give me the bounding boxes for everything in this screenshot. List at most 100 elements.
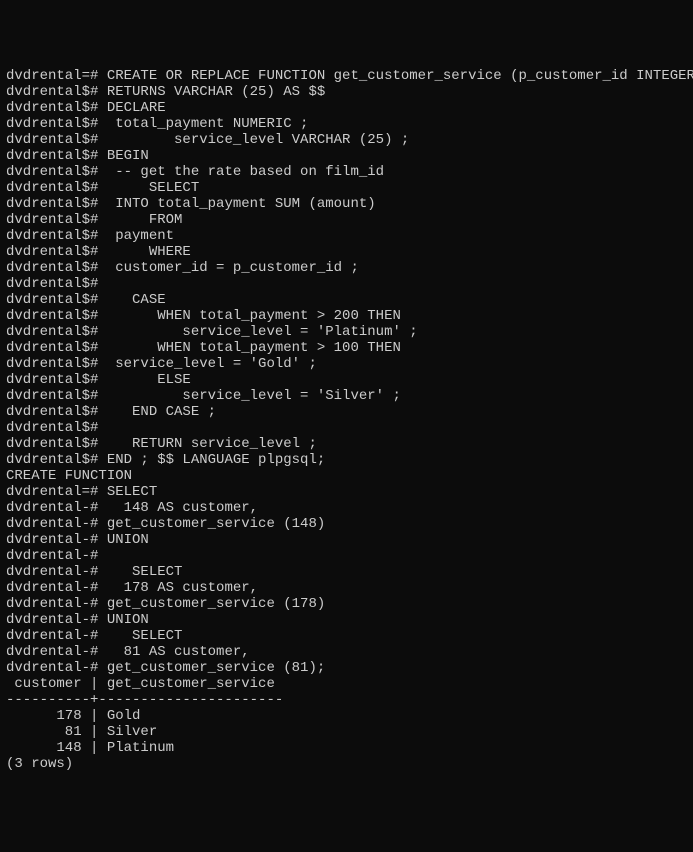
prompt: dvdrental$# [6, 212, 98, 228]
prompt: dvdrental$# [6, 100, 98, 116]
terminal-line: dvdrental$# customer_id = p_customer_id … [6, 260, 687, 276]
line-text: RETURNS VARCHAR (25) AS $$ [98, 84, 325, 100]
line-text: service_level VARCHAR (25) ; [98, 132, 409, 148]
line-text: get_customer_service (81); [98, 660, 325, 676]
prompt: dvdrental$# [6, 276, 98, 292]
terminal-line: dvdrental$# WHEN total_payment > 100 THE… [6, 340, 687, 356]
terminal-line: dvdrental$# payment [6, 228, 687, 244]
prompt: dvdrental$# [6, 132, 98, 148]
prompt: dvdrental$# [6, 260, 98, 276]
line-text: get_customer_service (178) [98, 596, 325, 612]
terminal-line: dvdrental=# SELECT [6, 484, 687, 500]
prompt: dvdrental$# [6, 244, 98, 260]
prompt: dvdrental$# [6, 116, 98, 132]
prompt: dvdrental$# [6, 164, 98, 180]
prompt: dvdrental$# [6, 228, 98, 244]
terminal-line: dvdrental$# service_level = 'Gold' ; [6, 356, 687, 372]
line-text: BEGIN [98, 148, 148, 164]
terminal-line: dvdrental$# FROM [6, 212, 687, 228]
terminal-line: (3 rows) [6, 756, 687, 772]
terminal-line: dvdrental$# DECLARE [6, 100, 687, 116]
terminal-line: 178 | Gold [6, 708, 687, 724]
terminal-line: dvdrental$# ELSE [6, 372, 687, 388]
line-text: INTO total_payment SUM (amount) [98, 196, 375, 212]
terminal-line: dvdrental-# SELECT [6, 564, 687, 580]
line-text: 148 | Platinum [6, 740, 174, 756]
prompt: dvdrental$# [6, 84, 98, 100]
terminal-line: dvdrental$# [6, 276, 687, 292]
terminal-line: dvdrental-# UNION [6, 532, 687, 548]
line-text: customer_id = p_customer_id ; [98, 260, 358, 276]
terminal-line: dvdrental$# WHERE [6, 244, 687, 260]
terminal-line: dvdrental$# service_level = 'Platinum' ; [6, 324, 687, 340]
terminal-line: CREATE FUNCTION [6, 468, 687, 484]
prompt: dvdrental$# [6, 148, 98, 164]
prompt: dvdrental$# [6, 372, 98, 388]
line-text: customer | get_customer_service [6, 676, 275, 692]
prompt: dvdrental$# [6, 324, 98, 340]
terminal-line: dvdrental$# service_level VARCHAR (25) ; [6, 132, 687, 148]
line-text: 81 AS customer, [98, 644, 249, 660]
terminal-line: dvdrental$# BEGIN [6, 148, 687, 164]
line-text: 81 | Silver [6, 724, 157, 740]
line-text: service_level = 'Gold' ; [98, 356, 316, 372]
line-text: -- get the rate based on film_id [98, 164, 384, 180]
line-text: WHERE [98, 244, 190, 260]
terminal-line: dvdrental-# 178 AS customer, [6, 580, 687, 596]
line-text: DECLARE [98, 100, 165, 116]
line-text: 178 AS customer, [98, 580, 258, 596]
line-text: total_payment NUMERIC ; [98, 116, 308, 132]
prompt: dvdrental$# [6, 196, 98, 212]
prompt: dvdrental$# [6, 404, 98, 420]
line-text: CREATE OR REPLACE FUNCTION get_customer_… [98, 68, 693, 84]
prompt: dvdrental$# [6, 452, 98, 468]
line-text: ELSE [98, 372, 190, 388]
prompt: dvdrental$# [6, 420, 98, 436]
line-text: SELECT [98, 180, 199, 196]
terminal-line: dvdrental-# 81 AS customer, [6, 644, 687, 660]
line-text: CREATE FUNCTION [6, 468, 132, 484]
prompt: dvdrental-# [6, 564, 98, 580]
terminal-line: customer | get_customer_service [6, 676, 687, 692]
line-text: END CASE ; [98, 404, 216, 420]
terminal-output[interactable]: dvdrental=# CREATE OR REPLACE FUNCTION g… [6, 68, 687, 772]
prompt: dvdrental-# [6, 628, 98, 644]
terminal-line: dvdrental-# get_customer_service (148) [6, 516, 687, 532]
terminal-line: dvdrental$# INTO total_payment SUM (amou… [6, 196, 687, 212]
line-text: UNION [98, 532, 148, 548]
line-text: RETURN service_level ; [98, 436, 316, 452]
prompt: dvdrental-# [6, 660, 98, 676]
terminal-line: dvdrental-# 148 AS customer, [6, 500, 687, 516]
line-text: service_level = 'Silver' ; [98, 388, 400, 404]
terminal-line: dvdrental$# SELECT [6, 180, 687, 196]
terminal-line: dvdrental-# get_customer_service (178) [6, 596, 687, 612]
prompt: dvdrental$# [6, 180, 98, 196]
terminal-line: dvdrental-# SELECT [6, 628, 687, 644]
line-text: CASE [98, 292, 165, 308]
terminal-line: dvdrental$# END ; $$ LANGUAGE plpgsql; [6, 452, 687, 468]
line-text: SELECT [98, 628, 182, 644]
prompt: dvdrental-# [6, 596, 98, 612]
prompt: dvdrental-# [6, 644, 98, 660]
terminal-line: 81 | Silver [6, 724, 687, 740]
line-text: get_customer_service (148) [98, 516, 325, 532]
terminal-line: dvdrental=# CREATE OR REPLACE FUNCTION g… [6, 68, 687, 84]
line-text: service_level = 'Platinum' ; [98, 324, 417, 340]
line-text: payment [98, 228, 174, 244]
terminal-line: dvdrental$# service_level = 'Silver' ; [6, 388, 687, 404]
line-text: UNION [98, 612, 148, 628]
prompt: dvdrental-# [6, 612, 98, 628]
line-text: SELECT [98, 564, 182, 580]
line-text: (3 rows) [6, 756, 73, 772]
prompt: dvdrental$# [6, 292, 98, 308]
terminal-line: dvdrental$# total_payment NUMERIC ; [6, 116, 687, 132]
prompt: dvdrental$# [6, 436, 98, 452]
terminal-line: dvdrental$# WHEN total_payment > 200 THE… [6, 308, 687, 324]
prompt: dvdrental$# [6, 388, 98, 404]
line-text: FROM [98, 212, 182, 228]
terminal-line: dvdrental-# UNION [6, 612, 687, 628]
prompt: dvdrental-# [6, 532, 98, 548]
prompt: dvdrental$# [6, 308, 98, 324]
terminal-line: dvdrental$# -- get the rate based on fil… [6, 164, 687, 180]
terminal-line: dvdrental$# RETURNS VARCHAR (25) AS $$ [6, 84, 687, 100]
